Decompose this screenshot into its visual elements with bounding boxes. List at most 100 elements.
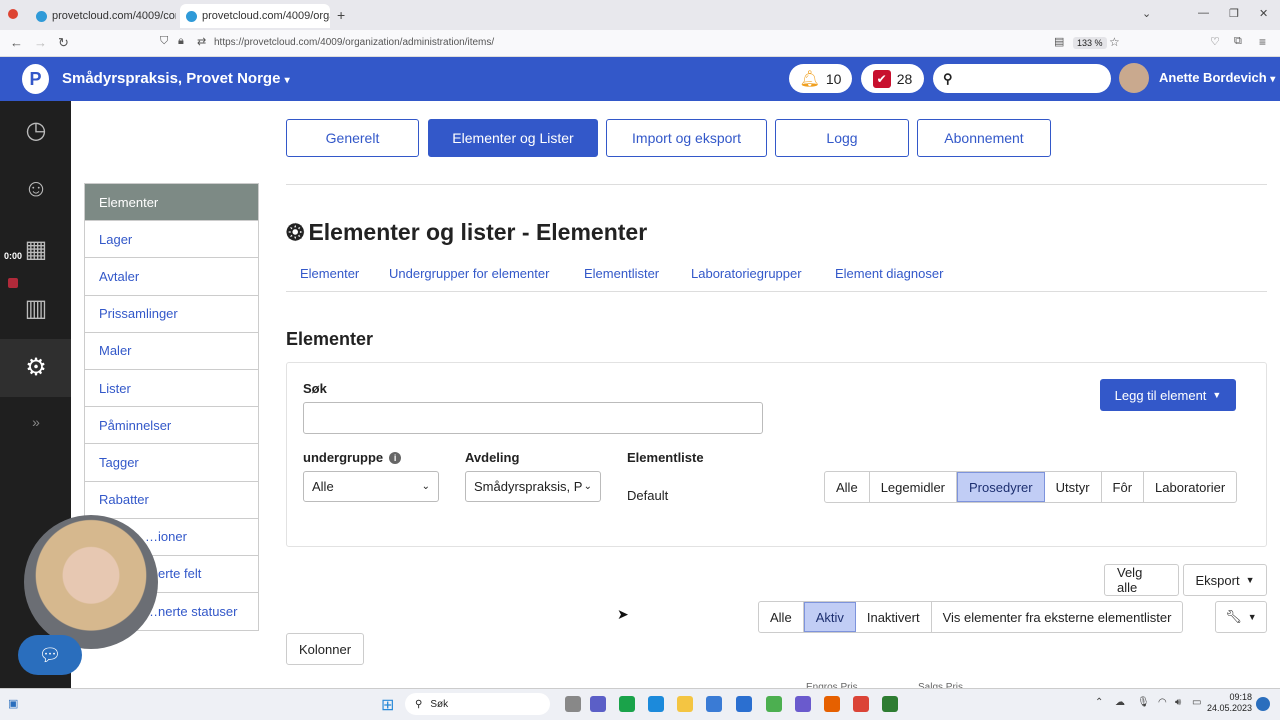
expand-rail-icon[interactable]: » <box>20 406 52 438</box>
tab-elementer-og-lister[interactable]: Elementer og Lister <box>428 119 598 157</box>
reader-mode-icon[interactable]: ▤ <box>1054 35 1064 48</box>
tools-button[interactable]: 🔧︎ ▼ <box>1215 601 1267 633</box>
extensions-icon[interactable]: ⧉ <box>1234 35 1242 48</box>
bookmark-star-icon[interactable]: ☆ <box>1109 35 1120 49</box>
file-explorer-icon[interactable] <box>677 696 693 712</box>
sidebar-item-lister[interactable]: Lister <box>85 370 258 408</box>
subgroup-select[interactable]: Alle ⌄ <box>303 471 439 502</box>
sidebar-item-avtaler[interactable]: Avtaler <box>85 258 258 296</box>
user-menu[interactable]: Anette Bordevich ▾ <box>1159 70 1275 85</box>
chrome-icon[interactable] <box>853 696 869 712</box>
avatar[interactable] <box>1119 63 1149 93</box>
export-button[interactable]: Eksport ▼ <box>1183 564 1267 596</box>
chevron-down-icon: ⌄ <box>583 481 592 492</box>
subtab-elementlister[interactable]: Elementlister <box>584 266 659 281</box>
browser-menu-icon[interactable] <box>8 9 18 19</box>
microphone-icon[interactable]: 🎙︎ <box>1137 697 1150 708</box>
windows-start-icon[interactable]: ⊞ <box>381 695 394 715</box>
sidebar-item-tagger[interactable]: Tagger <box>85 444 258 482</box>
info-icon[interactable]: i <box>389 451 402 464</box>
teams-icon[interactable] <box>590 696 606 712</box>
type-filter-for[interactable]: Fôr <box>1102 472 1145 502</box>
task-view-icon[interactable] <box>565 696 581 712</box>
type-filter-laboratorier[interactable]: Laboratorier <box>1144 472 1236 502</box>
url-input[interactable]: https://provetcloud.com/4009/organizatio… <box>214 37 494 48</box>
pocket-icon[interactable]: ♡ <box>1210 35 1220 48</box>
patients-icon[interactable]: ☺ <box>20 173 52 205</box>
taskbar-clock[interactable]: 09:18 24.05.2023 <box>1207 692 1252 714</box>
app-green-icon[interactable] <box>882 696 898 712</box>
gear-icon[interactable]: ⚙ <box>20 351 52 383</box>
tab-list-icon[interactable]: ⌄ <box>1142 7 1151 20</box>
battery-icon[interactable]: ▭ <box>1192 697 1201 708</box>
taskbar-search[interactable]: ⚲ Søk <box>405 693 550 715</box>
columns-button[interactable]: Kolonner <box>286 633 364 665</box>
tray-chevron-icon[interactable]: ⌃ <box>1095 697 1103 708</box>
tab-abonnement[interactable]: Abonnement <box>917 119 1051 157</box>
minimize-icon[interactable]: — <box>1198 7 1209 19</box>
sidebar-item-rabatter[interactable]: Rabatter <box>85 482 258 519</box>
clock-time: 09:18 <box>1229 692 1252 702</box>
wifi-icon[interactable]: ◠ <box>1158 697 1167 708</box>
select-all-button[interactable]: Velg alle <box>1104 564 1179 596</box>
department-select[interactable]: Smådyrspraksis, P ⌄ <box>465 471 601 502</box>
search-input[interactable] <box>303 402 763 434</box>
shield-icon[interactable]: ⛉ <box>160 35 168 48</box>
window-close-icon[interactable]: ✕ <box>1259 7 1268 20</box>
sidebar-item-prissamlinger[interactable]: Prissamlinger <box>85 296 258 333</box>
volume-icon[interactable]: 🔊︎ <box>1175 697 1181 708</box>
sidebar-item-elementer[interactable]: Elementer <box>85 184 258 222</box>
edge-icon[interactable] <box>648 696 664 712</box>
add-element-button[interactable]: Legg til element ▼ <box>1100 379 1236 411</box>
new-tab-icon[interactable]: + <box>337 7 345 23</box>
browser-menu-icon[interactable]: ≡ <box>1259 35 1266 49</box>
onedrive-icon[interactable]: ☁ <box>1115 697 1125 708</box>
back-icon[interactable]: ← <box>10 35 23 50</box>
subtab-elementer[interactable]: Elementer <box>300 266 359 281</box>
lock-icon[interactable]: 🔒︎ <box>178 35 184 48</box>
app-l-icon[interactable] <box>619 696 635 712</box>
chat-button[interactable]: 💬︎ <box>18 635 82 675</box>
store-icon[interactable] <box>706 696 722 712</box>
caret-down-icon: ▼ <box>1245 575 1255 585</box>
forward-icon[interactable]: → <box>34 35 47 50</box>
calendar-icon[interactable]: ▦ <box>20 233 52 265</box>
type-filter-legemidler[interactable]: Legemidler <box>870 472 958 502</box>
notification-center-icon[interactable] <box>1256 697 1270 711</box>
sidebar-item-maler[interactable]: Maler <box>85 333 258 370</box>
browser-tab[interactable]: provetcloud.com/4009/consult ✕ <box>30 4 176 28</box>
taskbar-widget-icon[interactable]: ▣ <box>8 697 18 710</box>
sidebar-item-paminnelser[interactable]: Påminnelser <box>85 407 258 445</box>
clinic-selector[interactable]: Smådyrspraksis, Provet Norge ▾ <box>62 70 290 87</box>
restore-icon[interactable]: ❐ <box>1229 7 1239 20</box>
browser-tab-active[interactable]: provetcloud.com/4009/organiz ✕ <box>180 4 330 28</box>
reload-icon[interactable]: ↻ <box>58 35 69 51</box>
sidebar-item-lager[interactable]: Lager <box>85 221 258 259</box>
tab-logg[interactable]: Logg <box>775 119 909 157</box>
status-filter-alle[interactable]: Alle <box>759 602 804 632</box>
reports-icon[interactable]: ▥ <box>20 292 52 324</box>
subtab-laboratoriegrupper[interactable]: Laboratoriegrupper <box>691 266 802 281</box>
subtab-element-diagnoser[interactable]: Element diagnoser <box>835 266 943 281</box>
type-filter-prosedyrer[interactable]: Prosedyrer <box>957 472 1045 502</box>
provet-logo[interactable]: P <box>22 64 49 94</box>
status-filter-inaktivert[interactable]: Inaktivert <box>856 602 932 632</box>
firefox-icon[interactable] <box>824 696 840 712</box>
notifications-button[interactable]: 🔔︎ 10 <box>789 64 852 93</box>
type-filter-alle[interactable]: Alle <box>825 472 870 502</box>
status-filter-aktiv[interactable]: Aktiv <box>803 602 856 632</box>
type-filter-utstyr[interactable]: Utstyr <box>1045 472 1102 502</box>
tasks-button[interactable]: ✔ 28 <box>861 64 924 93</box>
global-search-input[interactable]: ⚲ <box>933 64 1111 93</box>
chat-bubble-icon: 💬︎ <box>38 644 62 665</box>
slack-icon[interactable] <box>766 696 782 712</box>
tab-generelt[interactable]: Generelt <box>286 119 419 157</box>
mail-icon[interactable] <box>736 696 752 712</box>
settings-app-icon[interactable] <box>795 696 811 712</box>
tab-import-og-eksport[interactable]: Import og eksport <box>606 119 767 157</box>
subtab-undergrupper[interactable]: Undergrupper for elementer <box>389 266 549 281</box>
permissions-icon[interactable]: ⇄ <box>197 35 206 48</box>
zoom-level[interactable]: 133 % <box>1073 37 1107 49</box>
external-lists-button[interactable]: Vis elementer fra eksterne elementlister <box>932 602 1183 632</box>
dashboard-icon[interactable]: ◷ <box>20 114 52 146</box>
